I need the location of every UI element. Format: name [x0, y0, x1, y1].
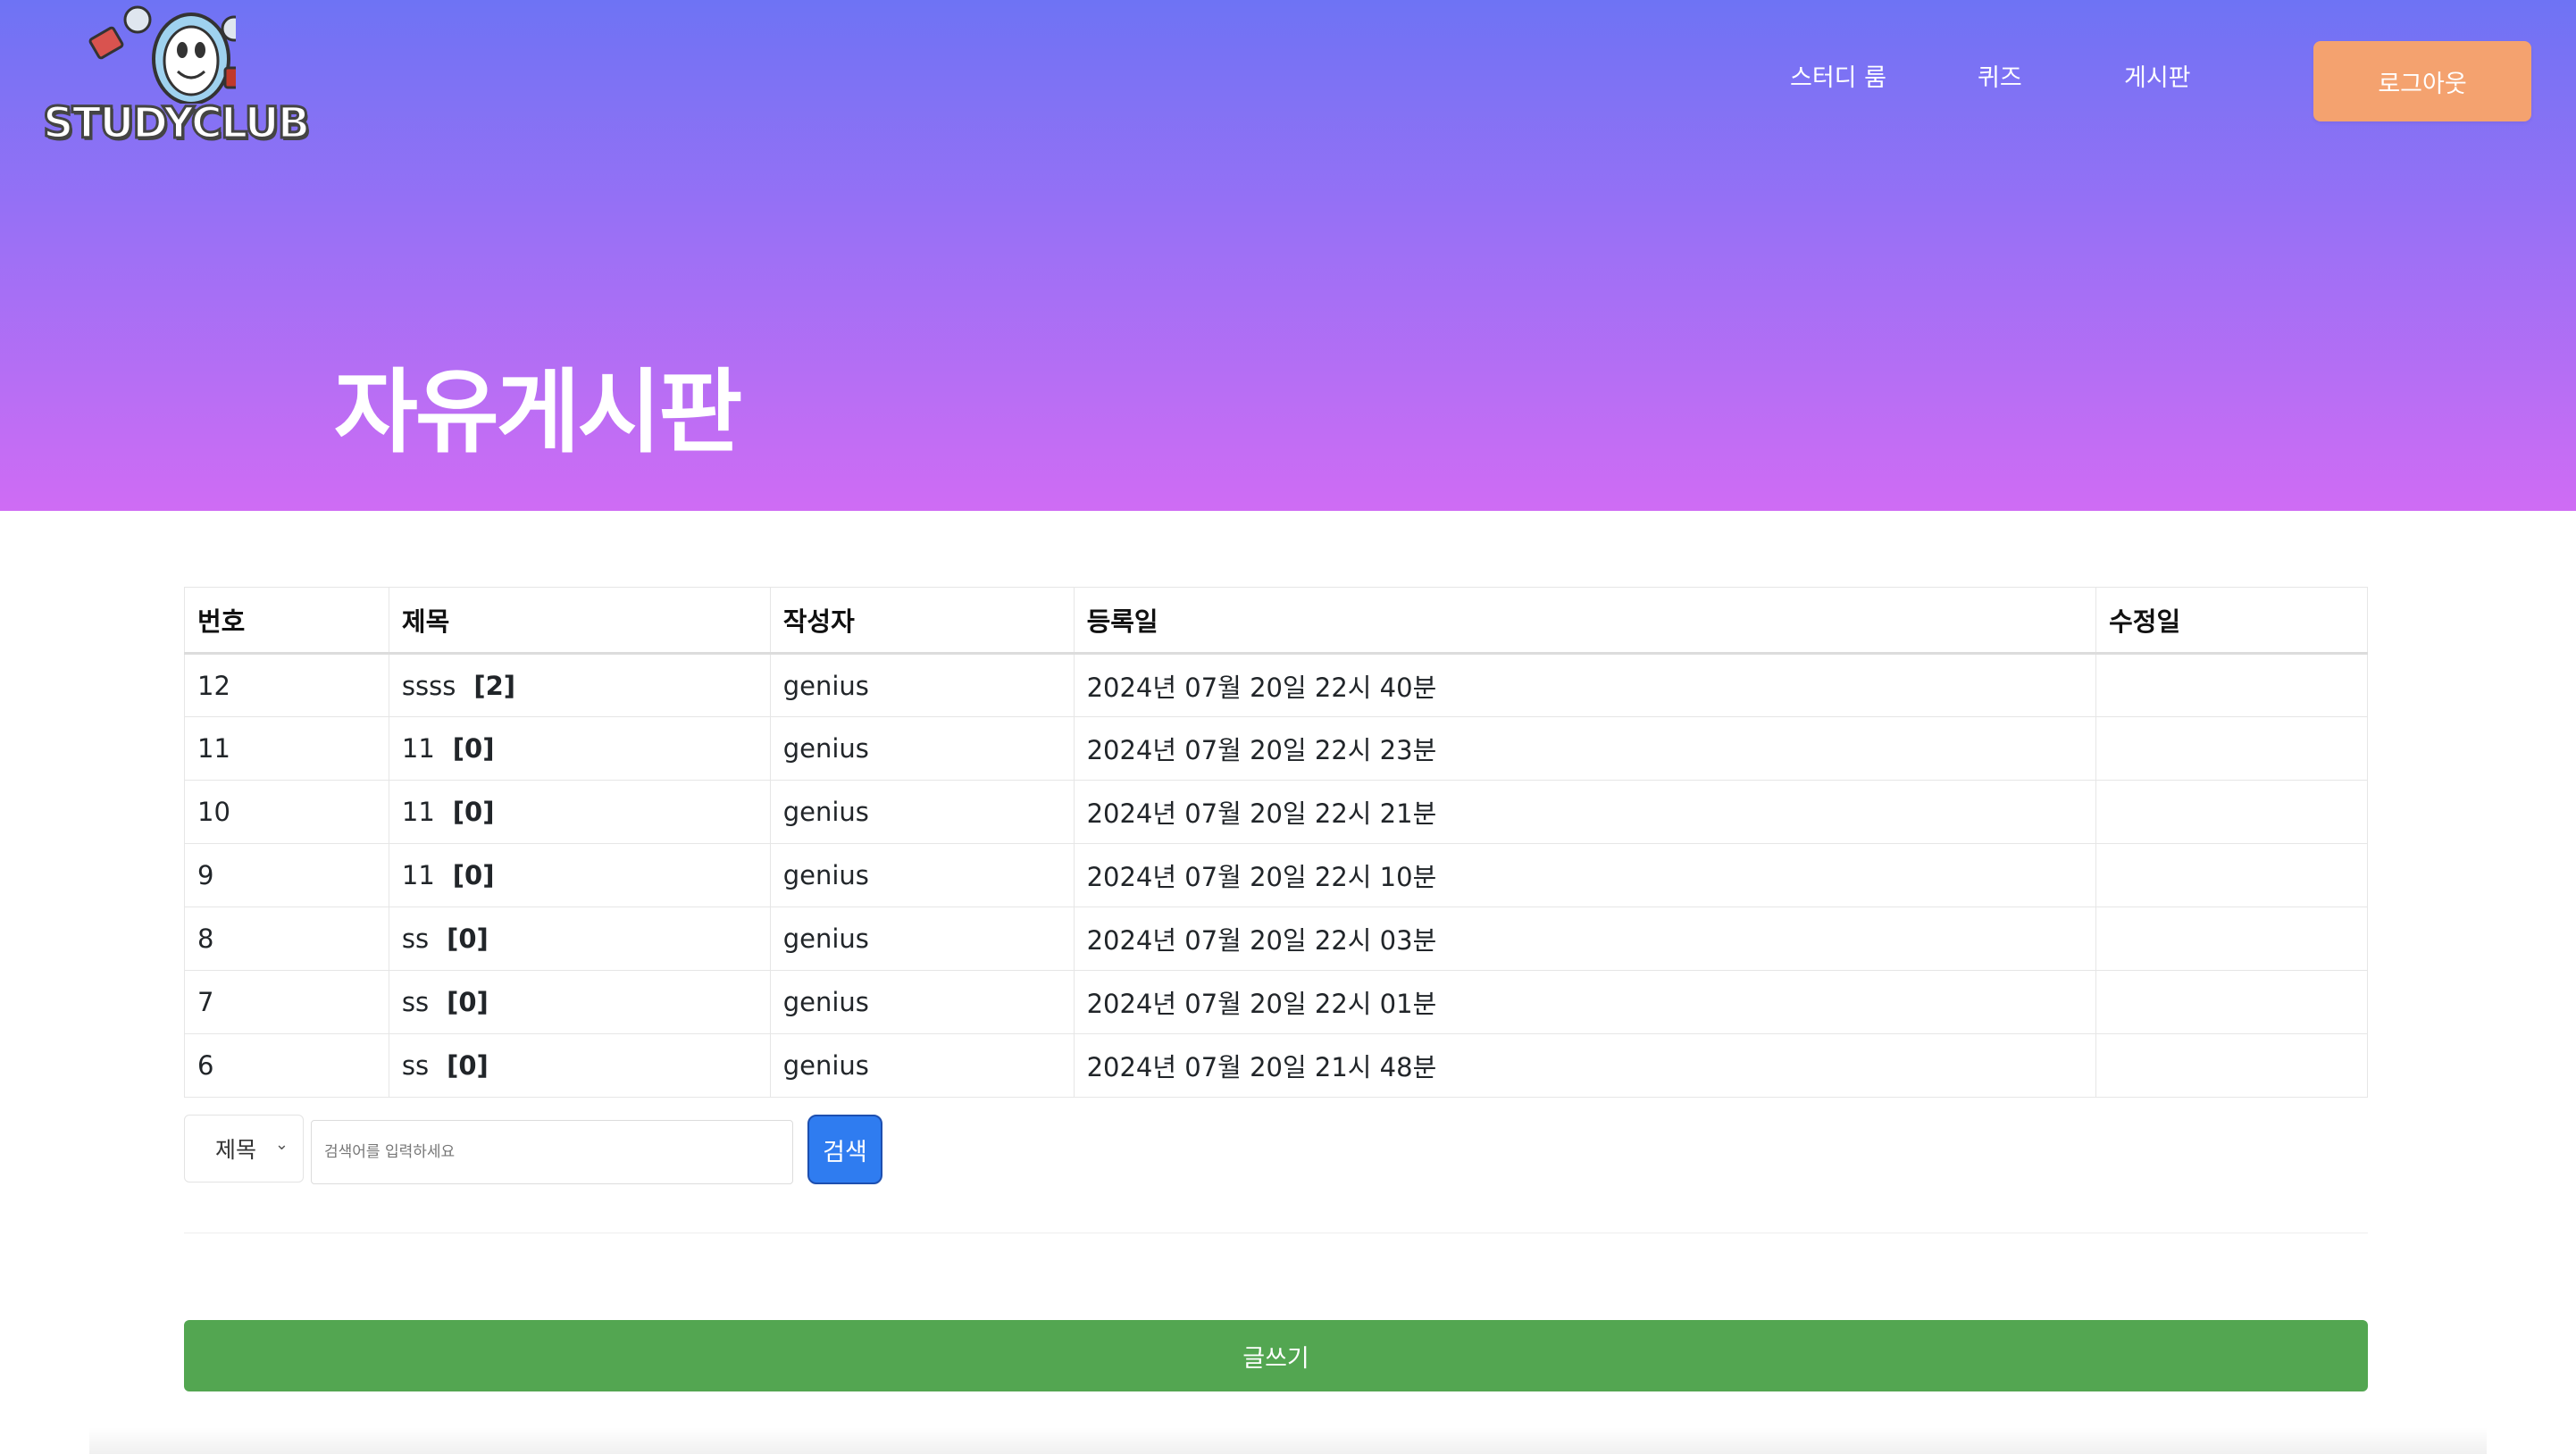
post-title-cell[interactable]: ss [0] — [388, 970, 771, 1034]
column-header-modified: 수정일 — [2095, 587, 2368, 655]
table-row[interactable]: 10 11 [0] genius 2024년 07월 20일 22시 21분 — [184, 780, 2368, 844]
post-no: 8 — [184, 907, 389, 971]
chevron-down-icon: ⌄ — [274, 1135, 289, 1154]
post-title-cell[interactable]: ss [0] — [388, 907, 771, 971]
post-modified — [2095, 970, 2368, 1034]
post-created: 2024년 07월 20일 22시 03분 — [1073, 907, 2097, 971]
post-title-link[interactable]: 11 — [402, 797, 435, 827]
footer-shadow — [89, 1427, 2487, 1454]
column-header-title: 제목 — [388, 587, 771, 655]
post-no: 7 — [184, 970, 389, 1034]
post-modified — [2095, 716, 2368, 781]
reply-count: [0] — [447, 987, 489, 1017]
post-modified — [2095, 653, 2368, 717]
post-no: 6 — [184, 1033, 389, 1098]
reply-count: [0] — [447, 1050, 489, 1081]
logo-text: STUDYCLUB — [41, 97, 311, 150]
search-button[interactable]: 검색 — [807, 1115, 882, 1184]
studyclub-logo[interactable]: STUDYCLUB — [39, 5, 312, 150]
table-row[interactable]: 6 ss [0] genius 2024년 07월 20일 21시 48분 — [184, 1033, 2368, 1098]
post-modified — [2095, 843, 2368, 907]
post-created: 2024년 07월 20일 22시 01분 — [1073, 970, 2097, 1034]
post-author: genius — [769, 780, 1075, 844]
post-title-link[interactable]: 11 — [402, 860, 435, 890]
post-modified — [2095, 907, 2368, 971]
search-field-selected: 제목 — [215, 1137, 257, 1163]
nav-quiz[interactable]: 퀴즈 — [1978, 54, 2022, 104]
post-modified — [2095, 780, 2368, 844]
post-title-link[interactable]: ss — [402, 987, 429, 1017]
table-row[interactable]: 9 11 [0] genius 2024년 07월 20일 22시 10분 — [184, 843, 2368, 907]
table-row[interactable]: 7 ss [0] genius 2024년 07월 20일 22시 01분 — [184, 970, 2368, 1034]
page-title: 자유게시판 — [334, 360, 742, 466]
post-title-cell[interactable]: 11 [0] — [388, 843, 771, 907]
post-author: genius — [769, 1033, 1075, 1098]
reply-count: [0] — [447, 923, 489, 954]
post-no: 9 — [184, 843, 389, 907]
post-author: genius — [769, 907, 1075, 971]
nav-board[interactable]: 게시판 — [2124, 54, 2191, 104]
post-created: 2024년 07월 20일 22시 40분 — [1073, 653, 2097, 717]
alarm-clock-mascot-icon — [88, 5, 236, 104]
post-title-link[interactable]: ss — [402, 923, 429, 954]
table-row[interactable]: 12 ssss [2] genius 2024년 07월 20일 22시 40분 — [184, 653, 2368, 717]
nav-study-room[interactable]: 스터디 룸 — [1790, 54, 1886, 104]
post-title-cell[interactable]: ss [0] — [388, 1033, 771, 1098]
post-title-cell[interactable]: 11 [0] — [388, 716, 771, 781]
post-no: 11 — [184, 716, 389, 781]
post-title-cell[interactable]: 11 [0] — [388, 780, 771, 844]
table-row[interactable]: 11 11 [0] genius 2024년 07월 20일 22시 23분 — [184, 716, 2368, 781]
post-created: 2024년 07월 20일 22시 10분 — [1073, 843, 2097, 907]
column-header-no: 번호 — [184, 587, 389, 655]
board-table: 번호 제목 작성자 등록일 수정일 12 ssss [2] genius 2024… — [184, 587, 2368, 1098]
reply-count: [0] — [452, 860, 495, 890]
reply-count: [0] — [452, 733, 495, 764]
post-no: 12 — [184, 653, 389, 717]
search-input[interactable] — [311, 1120, 793, 1184]
search-field-select[interactable]: 제목 ⌄ — [184, 1115, 304, 1182]
post-modified — [2095, 1033, 2368, 1098]
logout-button[interactable]: 로그아웃 — [2313, 41, 2531, 121]
post-created: 2024년 07월 20일 22시 23분 — [1073, 716, 2097, 781]
post-title-cell[interactable]: ssss [2] — [388, 653, 771, 717]
post-author: genius — [769, 843, 1075, 907]
post-created: 2024년 07월 20일 22시 21분 — [1073, 780, 2097, 844]
reply-count: [0] — [452, 797, 495, 827]
reply-count: [2] — [473, 670, 516, 701]
post-author: genius — [769, 970, 1075, 1034]
post-title-link[interactable]: ss — [402, 1050, 429, 1081]
post-author: genius — [769, 653, 1075, 717]
post-author: genius — [769, 716, 1075, 781]
column-header-author: 작성자 — [769, 587, 1075, 655]
post-created: 2024년 07월 20일 21시 48분 — [1073, 1033, 2097, 1098]
write-post-button[interactable]: 글쓰기 — [184, 1320, 2368, 1391]
post-title-link[interactable]: ssss — [402, 671, 456, 701]
table-row[interactable]: 8 ss [0] genius 2024년 07월 20일 22시 03분 — [184, 907, 2368, 971]
hero-banner: STUDYCLUB 스터디 룸 퀴즈 게시판 로그아웃 자유게시판 — [0, 0, 2576, 511]
table-header-row: 번호 제목 작성자 등록일 수정일 — [184, 587, 2368, 655]
post-title-link[interactable]: 11 — [402, 733, 435, 764]
post-no: 10 — [184, 780, 389, 844]
column-header-created: 등록일 — [1073, 587, 2097, 655]
